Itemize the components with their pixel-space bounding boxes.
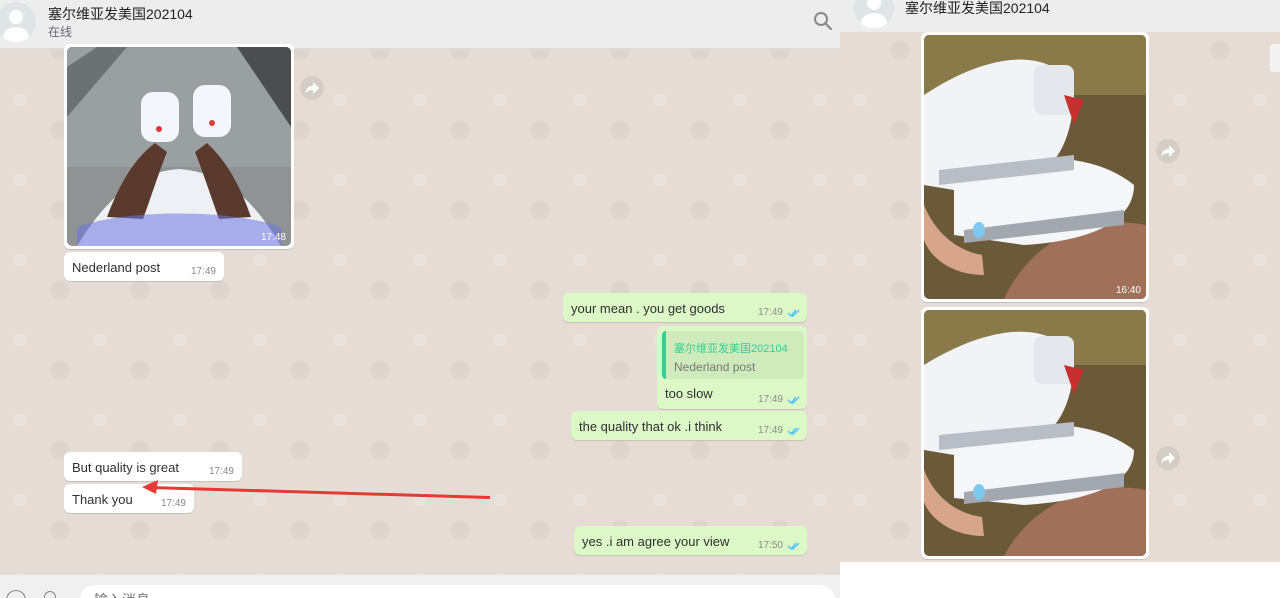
avatar-icon[interactable] bbox=[0, 2, 36, 42]
message-time: 17:49 bbox=[757, 307, 783, 318]
message-bubble-in[interactable]: Nederland post 17:49 bbox=[64, 252, 224, 281]
right-chat-area: 塞尔维亚发美国202104 16:40 bbox=[840, 0, 1280, 562]
sneakers-photo[interactable] bbox=[924, 35, 1146, 299]
shoes-photo[interactable] bbox=[67, 47, 291, 246]
chat-pane: 塞尔维亚发美国202104 在线 17:48 Nederland post 17… bbox=[0, 0, 840, 598]
annotation-red-arrow bbox=[142, 480, 490, 499]
search-icon[interactable] bbox=[812, 10, 834, 32]
right-chat-header[interactable]: 塞尔维亚发美国202104 bbox=[840, 0, 1280, 32]
image-message[interactable]: 17:48 bbox=[64, 44, 294, 249]
double-check-icon bbox=[787, 396, 800, 405]
message-time: 17:49 bbox=[757, 394, 783, 405]
message-input[interactable] bbox=[80, 585, 835, 598]
contact-name[interactable]: 塞尔维亚发美国202104 bbox=[48, 4, 193, 24]
sneakers-photo[interactable] bbox=[924, 310, 1146, 556]
image-message[interactable]: 16:40 bbox=[921, 32, 1149, 302]
message-time: 17:49 bbox=[190, 266, 216, 277]
message-time: 17:48 bbox=[260, 232, 286, 243]
emoji-icon[interactable] bbox=[6, 590, 26, 598]
message-time: 16:40 bbox=[1115, 285, 1141, 296]
contact-name[interactable]: 塞尔维亚发美国202104 bbox=[905, 0, 1050, 18]
double-check-icon bbox=[787, 427, 800, 436]
message-time: 17:49 bbox=[757, 425, 783, 436]
message-composer bbox=[0, 575, 840, 598]
chat-header[interactable]: 塞尔维亚发美国202104 在线 bbox=[0, 0, 840, 49]
image-message[interactable] bbox=[921, 307, 1149, 559]
avatar-icon[interactable] bbox=[854, 0, 894, 28]
message-text: Thank you bbox=[72, 492, 133, 507]
blank-area bbox=[860, 565, 1280, 598]
message-text: your mean . you get goods bbox=[571, 301, 725, 316]
message-text: yes .i am agree your view bbox=[582, 534, 730, 549]
right-chat-pane: 塞尔维亚发美国202104 16:40 bbox=[840, 0, 1280, 598]
forward-icon[interactable] bbox=[1156, 446, 1180, 470]
message-text: Nederland post bbox=[72, 260, 161, 275]
reply-message-bubble[interactable]: 塞尔维亚发美国202104 Nederland post too slow 17… bbox=[657, 326, 807, 409]
contact-status: 在线 bbox=[48, 25, 73, 39]
message-text: too slow bbox=[665, 386, 713, 401]
message-text: the quality that ok .i think bbox=[579, 419, 723, 434]
attach-icon[interactable] bbox=[44, 591, 56, 598]
forward-icon[interactable] bbox=[1156, 139, 1180, 163]
scrollbar-tab[interactable] bbox=[1270, 44, 1280, 72]
forward-icon[interactable] bbox=[300, 76, 324, 100]
message-bubble-out[interactable]: your mean . you get goods 17:49 bbox=[563, 293, 807, 322]
quoted-text: Nederland post bbox=[674, 360, 756, 374]
double-check-icon bbox=[787, 542, 800, 551]
quoted-message[interactable]: 塞尔维亚发美国202104 Nederland post bbox=[662, 331, 804, 379]
quoted-author: 塞尔维亚发美国202104 bbox=[674, 343, 788, 355]
double-check-icon bbox=[787, 309, 800, 318]
message-bubble-out[interactable]: the quality that ok .i think 17:49 bbox=[571, 411, 807, 440]
message-time: 17:50 bbox=[757, 540, 783, 551]
message-bubble-out[interactable]: yes .i am agree your view 17:50 bbox=[574, 526, 807, 555]
